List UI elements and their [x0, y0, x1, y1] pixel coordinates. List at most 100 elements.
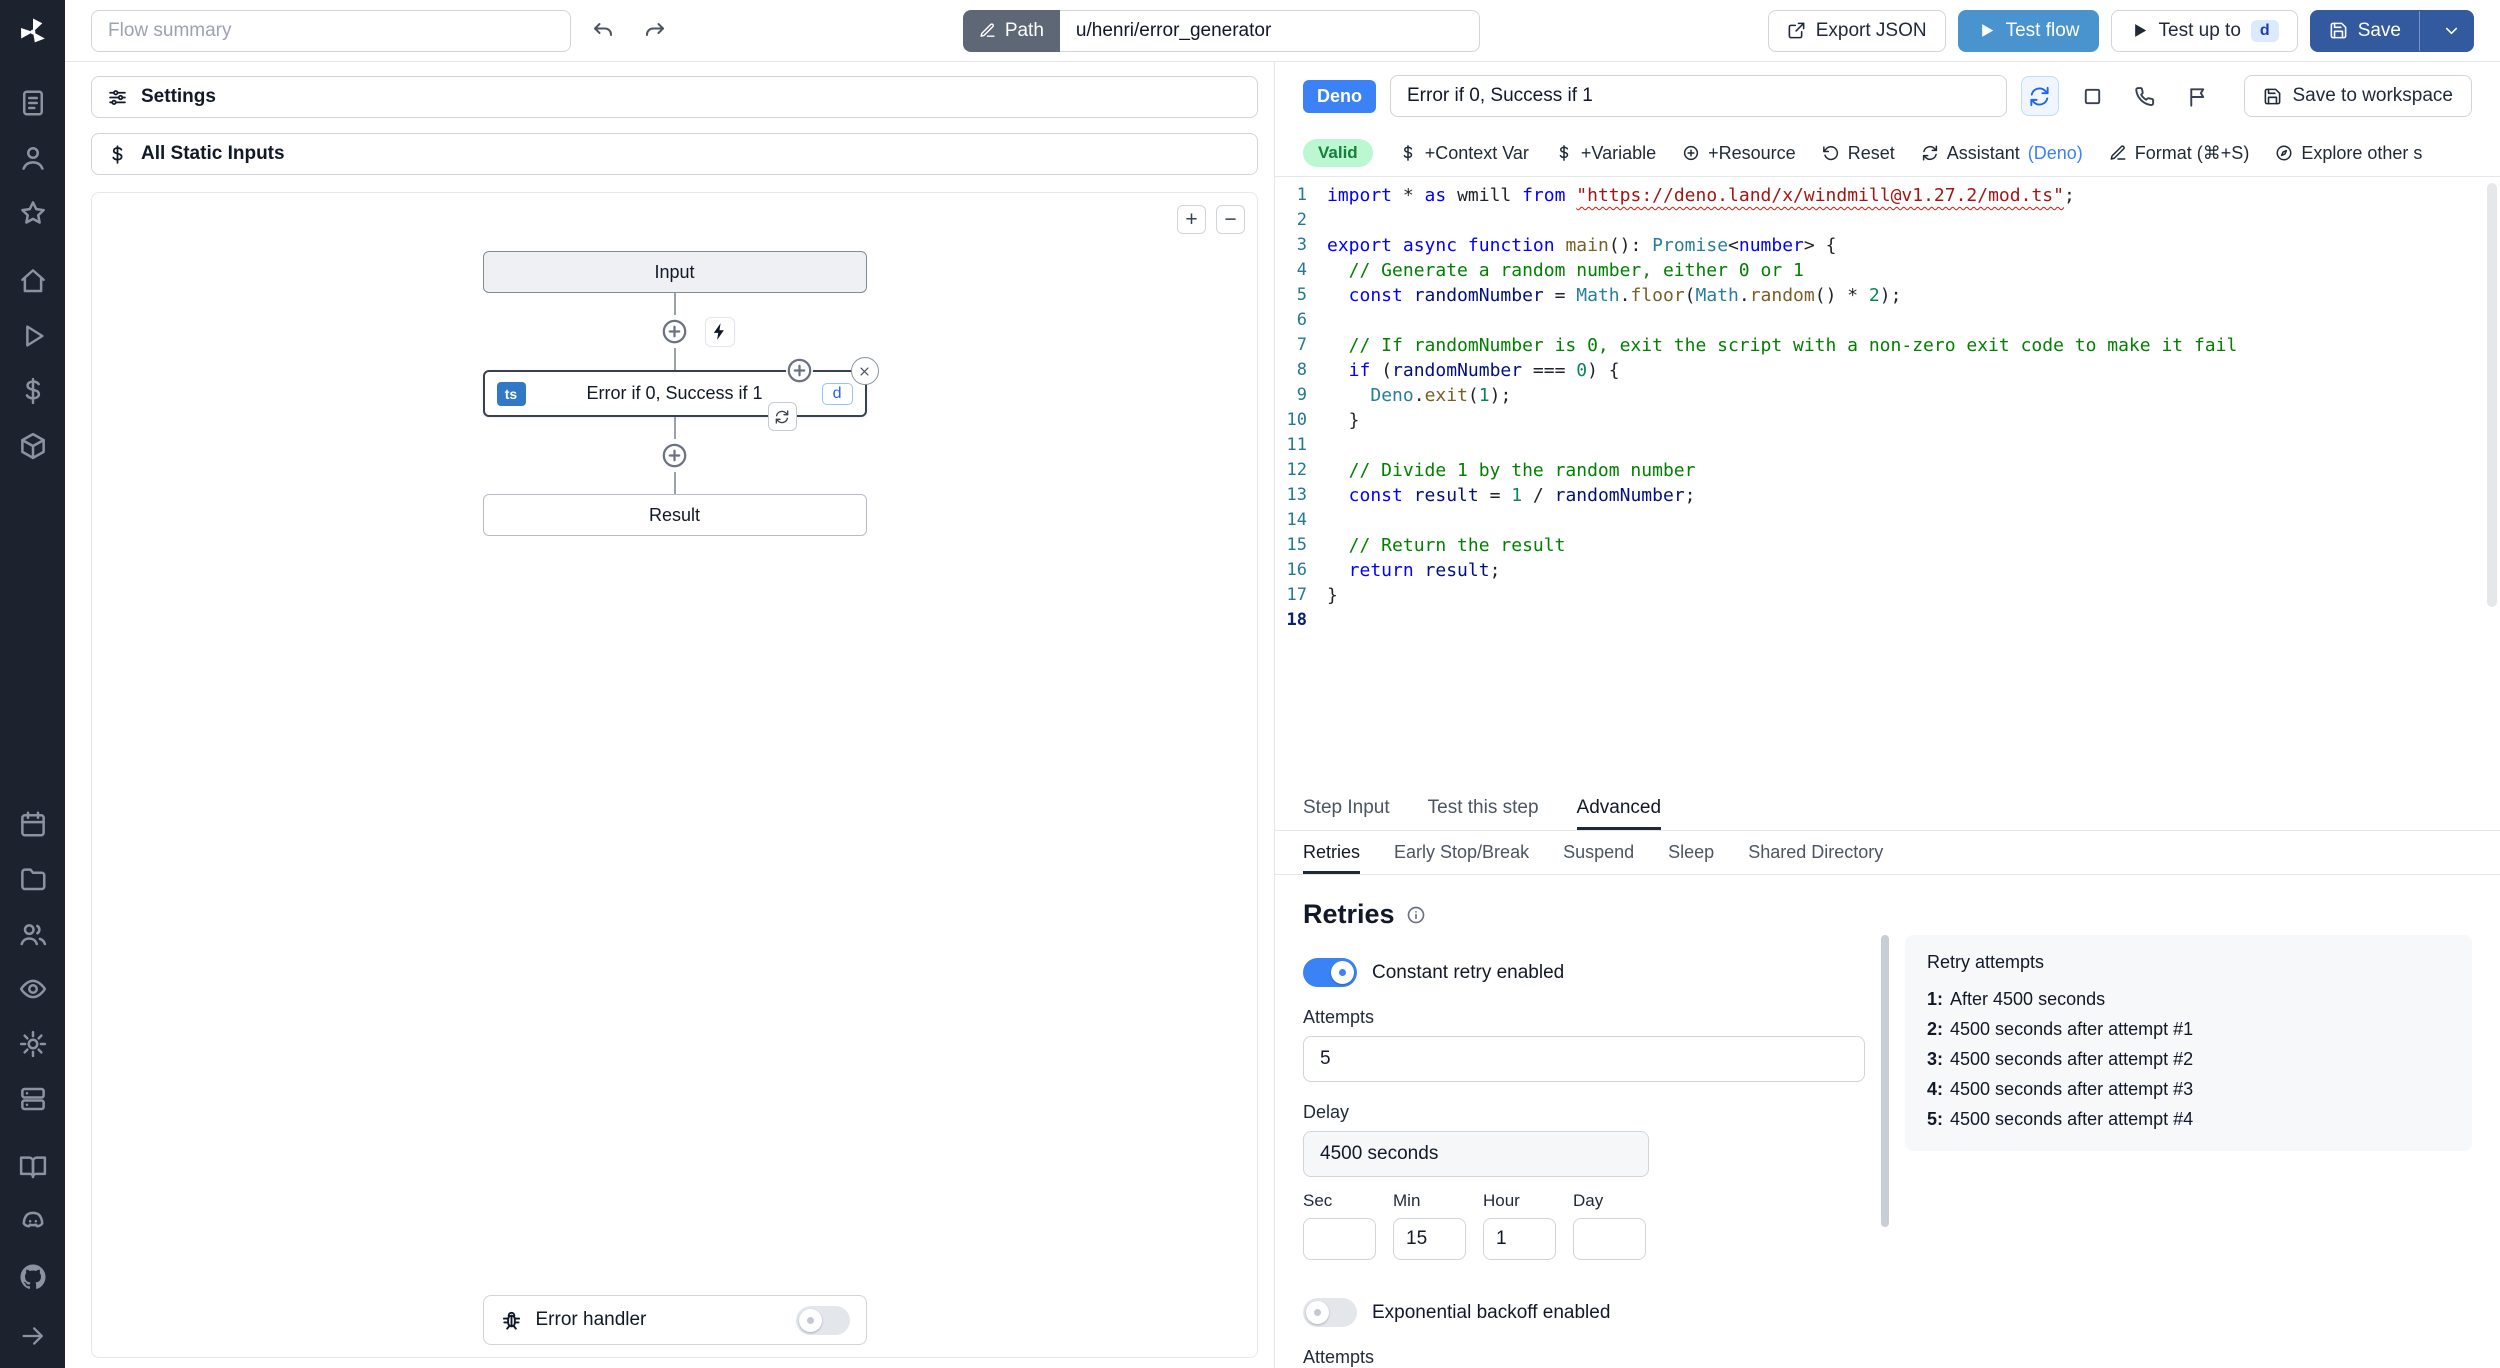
flow-summary-input[interactable] [91, 9, 571, 52]
step-node-title: Error if 0, Success if 1 [586, 383, 763, 403]
retry-sec-field: Sec [1303, 1191, 1376, 1260]
add-context-var-button[interactable]: +Context Var [1399, 143, 1529, 164]
retry-min-input[interactable] [1393, 1218, 1466, 1260]
add-resource-button[interactable]: +Resource [1682, 143, 1796, 164]
groups-icon[interactable] [18, 919, 48, 949]
favorites-icon[interactable] [18, 198, 48, 228]
test-up-to-button[interactable]: Test up to d [2110, 9, 2298, 52]
tab-test-this-step[interactable]: Test this step [1428, 785, 1539, 830]
insert-step-button[interactable] [661, 318, 688, 345]
subtab-retries[interactable]: Retries [1303, 831, 1361, 874]
code-editor[interactable]: 1 import * as wmill from "https://deno.la… [1275, 177, 2500, 785]
subtab-early-stop-break[interactable]: Early Stop/Break [1394, 831, 1529, 874]
undo-icon [591, 19, 615, 43]
code-line[interactable]: 10 } [1275, 408, 2500, 433]
connector [661, 293, 735, 370]
test-flow-button[interactable]: Test flow [1957, 9, 2099, 52]
code-line[interactable]: 15 // Return the result [1275, 533, 2500, 558]
code-line[interactable]: 13 const result = 1 / randomNumber; [1275, 483, 2500, 508]
editor-scrollbar[interactable] [2487, 183, 2497, 607]
remove-step-button[interactable] [850, 357, 879, 385]
code-line[interactable]: 8 if (randomNumber === 0) { [1275, 358, 2500, 383]
insert-step-button[interactable] [785, 357, 813, 384]
webhook-button[interactable] [2126, 76, 2164, 116]
collapse-sidebar-button[interactable] [19, 1322, 47, 1350]
expand-editor-button[interactable] [2073, 76, 2111, 116]
settings-icon[interactable] [18, 1029, 48, 1059]
code-line[interactable]: 14 [1275, 508, 2500, 533]
code-line[interactable]: 5 const randomNumber = Math.floor(Math.r… [1275, 283, 2500, 308]
docs-icon[interactable] [18, 1152, 48, 1182]
delay-input[interactable] [1303, 1131, 1649, 1177]
code-line[interactable]: 2 [1275, 208, 2500, 233]
save-to-workspace-button[interactable]: Save to workspace [2244, 75, 2472, 117]
attempts-input[interactable] [1303, 1036, 1865, 1082]
result-node[interactable]: Result [482, 494, 867, 536]
exponential-backoff-toggle[interactable] [1303, 1298, 1357, 1327]
insert-step-button[interactable] [661, 442, 688, 469]
code-line[interactable]: 1 import * as wmill from "https://deno.la… [1275, 183, 2500, 208]
reset-button[interactable]: Reset [1822, 143, 1895, 164]
save-button[interactable]: Save [2309, 9, 2474, 52]
code-line[interactable]: 7 // If randomNumber is 0, exit the scri… [1275, 333, 2500, 358]
panel-scrollbar[interactable] [1881, 935, 1889, 1227]
runs-icon[interactable] [18, 88, 48, 118]
trigger-button[interactable] [704, 316, 735, 347]
subtab-sleep[interactable]: Sleep [1668, 831, 1714, 874]
resources-icon[interactable] [18, 431, 48, 461]
flow-canvas[interactable]: + − Input ts Error if 0, Success if 1 d [91, 192, 1258, 1358]
error-handler-toggle[interactable] [795, 1305, 850, 1335]
code-line[interactable]: 18 [1275, 608, 2500, 633]
step-title-input[interactable] [1390, 75, 2007, 117]
tab-step-input[interactable]: Step Input [1303, 785, 1390, 830]
code-line[interactable]: 17} [1275, 583, 2500, 608]
input-node[interactable]: Input [482, 251, 867, 293]
assistant-button[interactable]: Assistant (Deno) [1921, 143, 2083, 164]
code-line[interactable]: 6 [1275, 308, 2500, 333]
zoom-out-button[interactable]: − [1216, 205, 1245, 234]
close-icon [857, 364, 872, 379]
user-icon[interactable] [18, 143, 48, 173]
explore-scripts-button[interactable]: Explore other s [2275, 143, 2422, 164]
flow-graph: Input ts Error if 0, Success if 1 d Resu… [482, 251, 879, 536]
plus-circle-icon [661, 442, 688, 469]
code-line[interactable]: 4 // Generate a random number, either 0 … [1275, 258, 2500, 283]
discord-icon[interactable] [18, 1207, 48, 1237]
static-inputs-bar[interactable]: All Static Inputs [91, 133, 1258, 175]
code-line[interactable]: 11 [1275, 433, 2500, 458]
retry-sec-input[interactable] [1303, 1218, 1376, 1260]
retry-hour-input[interactable] [1483, 1218, 1556, 1260]
flag-button[interactable] [2178, 76, 2216, 116]
retry-day-input[interactable] [1573, 1218, 1646, 1260]
windmill-logo[interactable] [15, 14, 51, 50]
zoom-in-button[interactable]: + [1177, 205, 1206, 234]
subtab-suspend[interactable]: Suspend [1563, 831, 1634, 874]
format-button[interactable]: Format (⌘+S) [2109, 143, 2249, 164]
save-icon [2329, 21, 2348, 40]
audit-logs-icon[interactable] [18, 974, 48, 1004]
code-line[interactable]: 9 Deno.exit(1); [1275, 383, 2500, 408]
step-node[interactable]: ts Error if 0, Success if 1 d [482, 357, 879, 431]
chevron-down-icon[interactable] [2430, 21, 2473, 40]
folders-icon[interactable] [18, 864, 48, 894]
code-line[interactable]: 3 export async function main(): Promise<n… [1275, 233, 2500, 258]
home-icon[interactable] [18, 266, 48, 296]
error-handler-bar[interactable]: Error handler [482, 1295, 867, 1345]
path-input[interactable] [1059, 9, 1480, 52]
variables-icon[interactable] [18, 376, 48, 406]
diff-toggle-button[interactable] [2020, 76, 2060, 116]
undo-button[interactable] [583, 11, 623, 51]
export-json-button[interactable]: Export JSON [1767, 9, 1946, 52]
code-line[interactable]: 12 // Divide 1 by the random number [1275, 458, 2500, 483]
jobs-icon[interactable] [18, 321, 48, 351]
tab-advanced[interactable]: Advanced [1576, 785, 1662, 830]
add-variable-button[interactable]: +Variable [1555, 143, 1656, 164]
github-icon[interactable] [18, 1262, 48, 1292]
constant-retry-toggle[interactable] [1303, 958, 1357, 987]
redo-button[interactable] [635, 11, 675, 51]
settings-bar[interactable]: Settings [91, 76, 1258, 118]
workers-icon[interactable] [18, 1084, 48, 1114]
subtab-shared-directory[interactable]: Shared Directory [1748, 831, 1883, 874]
code-line[interactable]: 16 return result; [1275, 558, 2500, 583]
schedules-icon[interactable] [18, 809, 48, 839]
